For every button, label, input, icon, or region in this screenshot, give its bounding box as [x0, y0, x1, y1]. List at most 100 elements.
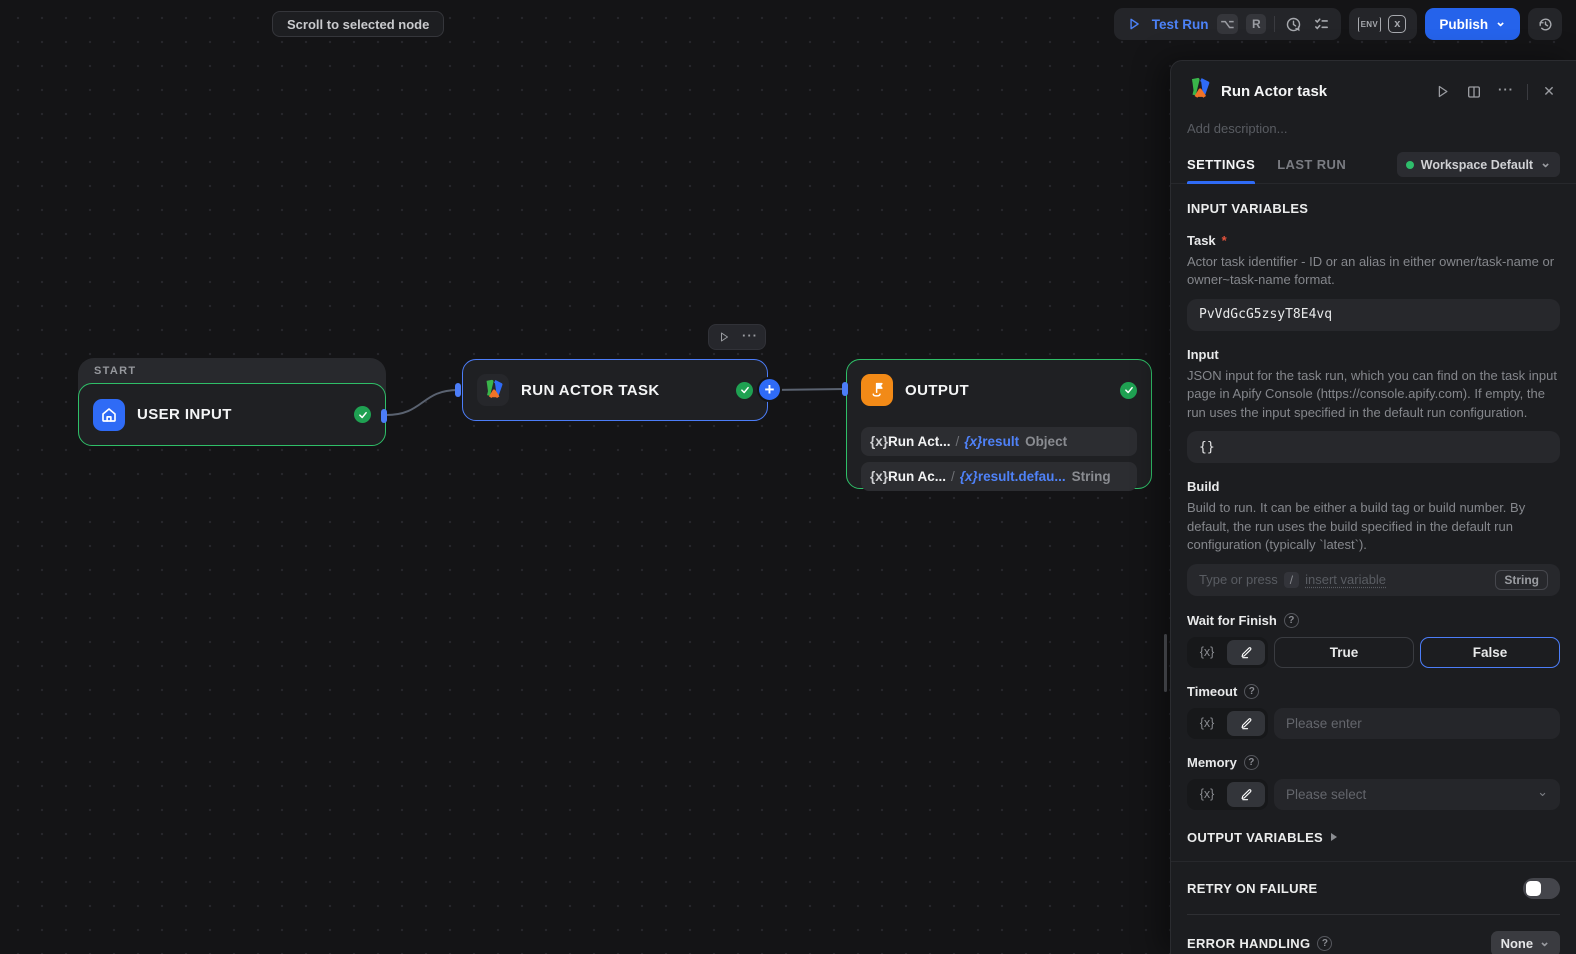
close-icon[interactable]: ✕	[1538, 81, 1560, 103]
slash-keycap: /	[1283, 571, 1300, 588]
input-label: Input	[1187, 346, 1219, 362]
env-icon[interactable]: ENV	[1357, 14, 1382, 34]
header-divider	[1527, 83, 1528, 100]
add-next-node-button[interactable]: +	[757, 377, 782, 402]
wait-for-finish-label: Wait for Finish	[1187, 612, 1277, 628]
publish-button[interactable]: Publish ⌄	[1425, 8, 1520, 40]
panel-scrollbar[interactable]	[1164, 634, 1167, 692]
workspace-status-dot	[1405, 160, 1414, 169]
handle-userinput-out[interactable]	[381, 409, 387, 423]
apify-logo-icon	[1187, 77, 1211, 106]
node-title: OUTPUT	[905, 381, 970, 399]
output-variables-header: OUTPUT VARIABLES	[1187, 829, 1324, 845]
source-node-name: Run Act...	[888, 434, 951, 449]
timeout-input[interactable]: Please enter	[1274, 707, 1560, 739]
pencil-mode-button[interactable]	[1227, 781, 1265, 807]
output-variable-row[interactable]: {x} Run Act... / {x} result Object	[861, 427, 1137, 456]
panel-tabs: SETTINGS LAST RUN Workspace Default ⌄	[1171, 146, 1576, 184]
section-divider	[1187, 913, 1560, 915]
fx-mode-button[interactable]: {x}	[1190, 640, 1224, 665]
build-input[interactable]: Type or press / insert variable String	[1187, 563, 1560, 596]
workspace-selector[interactable]: Workspace Default ⌄	[1396, 152, 1560, 177]
top-toolbar: Test Run ⌥ R ENV x Publish ⌄	[1113, 8, 1562, 40]
handle-output-in[interactable]	[842, 382, 848, 396]
wait-false-button[interactable]: False	[1420, 636, 1560, 668]
value-mode-toggle: {x}	[1187, 707, 1268, 739]
output-node-header: OUTPUT	[847, 360, 1151, 406]
fx-icon: {x}	[870, 469, 889, 484]
test-run-group: Test Run ⌥ R	[1113, 8, 1342, 40]
handle-runactor-in[interactable]	[455, 383, 461, 397]
scroll-to-selected-node-button[interactable]: Scroll to selected node	[272, 11, 445, 37]
node-output[interactable]: OUTPUT {x} Run Act... / {x} result Object …	[846, 359, 1152, 491]
more-options-icon[interactable]: ···	[1495, 79, 1517, 101]
test-run-button[interactable]: Test Run	[1152, 17, 1209, 32]
node-title: USER INPUT	[137, 406, 232, 423]
path-separator: /	[955, 434, 960, 449]
run-step-icon[interactable]	[1431, 81, 1453, 103]
wait-true-button[interactable]: True	[1274, 636, 1414, 668]
apify-logo-icon	[477, 374, 509, 406]
help-icon[interactable]: ?	[1243, 754, 1259, 770]
env-group: ENV x	[1349, 8, 1418, 40]
pencil-mode-button[interactable]	[1227, 639, 1265, 665]
scroll-tooltip-label: Scroll to selected node	[287, 16, 430, 32]
chevron-down-icon: ⌄	[1539, 933, 1550, 949]
start-group: START USER INPUT	[78, 358, 386, 446]
chevron-down-icon: ⌄	[1495, 14, 1506, 29]
fx-mode-button[interactable]: {x}	[1190, 711, 1224, 736]
retry-toggle[interactable]	[1523, 877, 1560, 899]
play-icon[interactable]	[1124, 14, 1144, 34]
insert-variable-link[interactable]: insert variable	[1305, 572, 1386, 587]
toolbar-divider	[1274, 16, 1276, 32]
node-more-icon[interactable]: ···	[742, 328, 758, 343]
input-json-value: {}	[1199, 439, 1215, 455]
build-label: Build	[1187, 479, 1220, 495]
input-json-field[interactable]: {}	[1187, 431, 1560, 464]
panel-header: Run Actor task ··· ✕	[1171, 61, 1576, 106]
run-history-clock-icon[interactable]	[1283, 14, 1303, 34]
toggle-knob	[1526, 880, 1541, 896]
tab-last-run[interactable]: LAST RUN	[1277, 146, 1346, 183]
fx-icon-blue: {x}	[959, 469, 978, 484]
fx-icon-blue: {x}	[964, 434, 983, 449]
panel-title: Run Actor task	[1221, 83, 1328, 100]
run-node-icon[interactable]	[716, 329, 732, 345]
check-icon	[1120, 381, 1137, 399]
memory-label: Memory	[1187, 754, 1237, 770]
start-group-label: START	[94, 365, 137, 377]
node-hover-toolbar: ···	[708, 324, 766, 350]
node-config-panel: Run Actor task ··· ✕ Add description... …	[1170, 60, 1576, 954]
variables-icon[interactable]: x	[1387, 14, 1407, 34]
variable-type: String	[1071, 469, 1111, 484]
edge-userinput-runactor	[385, 389, 459, 416]
path-separator: /	[951, 469, 955, 484]
fx-mode-button[interactable]: {x}	[1190, 782, 1224, 807]
node-run-actor-task[interactable]: RUN ACTOR TASK	[462, 359, 768, 421]
string-type-badge: String	[1495, 569, 1548, 590]
split-view-icon[interactable]	[1463, 81, 1485, 103]
task-input[interactable]: PvVdGcG5zsyT8E4vq	[1187, 298, 1560, 331]
help-icon[interactable]: ?	[1317, 936, 1333, 952]
error-handling-value: None	[1500, 936, 1534, 952]
checklist-icon[interactable]	[1311, 14, 1331, 34]
output-variable-rows: {x} Run Act... / {x} result Object {x} Run …	[847, 418, 1151, 491]
memory-select[interactable]: Please select ⌄	[1274, 778, 1560, 810]
task-description: Actor task identifier - ID or an alias i…	[1187, 254, 1555, 288]
collapse-arrow-icon	[1331, 833, 1338, 842]
output-variable-row[interactable]: {x} Run Ac... / {x} result.defau... String	[861, 462, 1137, 491]
version-history-button[interactable]	[1528, 8, 1562, 40]
help-icon[interactable]: ?	[1283, 612, 1299, 628]
value-mode-toggle: {x}	[1187, 636, 1268, 668]
check-icon	[354, 406, 371, 423]
variable-name: result	[982, 434, 1020, 449]
node-user-input[interactable]: USER INPUT	[78, 383, 386, 446]
output-variables-section[interactable]: OUTPUT VARIABLES	[1187, 830, 1560, 845]
tab-settings[interactable]: SETTINGS	[1187, 146, 1256, 184]
fx-icon: {x}	[870, 434, 889, 449]
pencil-mode-button[interactable]	[1227, 710, 1265, 736]
option-keycap: ⌥	[1216, 14, 1239, 34]
description-placeholder[interactable]: Add description...	[1171, 106, 1576, 136]
error-handling-select[interactable]: None ⌄	[1490, 930, 1560, 954]
help-icon[interactable]: ?	[1244, 683, 1260, 699]
